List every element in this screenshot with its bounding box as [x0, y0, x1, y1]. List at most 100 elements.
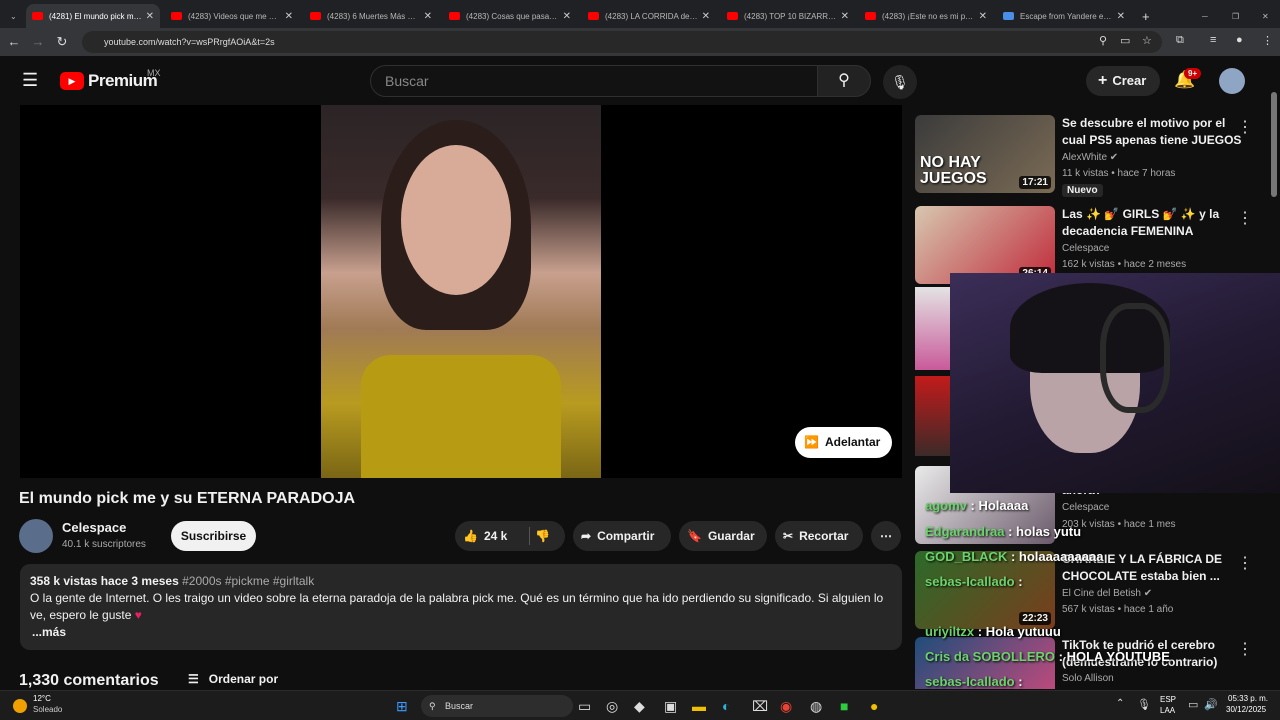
search-input[interactable]: Buscar [370, 65, 818, 97]
app-icon[interactable]: ⌧ [752, 698, 768, 715]
close-icon[interactable]: ✕ [702, 11, 710, 22]
profile-icon[interactable]: ● [1236, 34, 1243, 46]
bookmark-star-icon[interactable]: ☆ [1142, 34, 1152, 47]
more-vertical-icon[interactable]: ⋮ [1237, 553, 1253, 573]
close-icon[interactable]: ✕ [841, 11, 849, 22]
clip-button[interactable]: ✂ Recortar [775, 521, 863, 551]
tab-active[interactable]: (4281) El mundo pick me y su ETERNA PARA… [26, 4, 160, 28]
subscribe-button[interactable]: Suscribirse [171, 521, 256, 551]
channel-avatar[interactable] [19, 519, 53, 553]
more-vertical-icon[interactable]: ⋮ [1237, 639, 1253, 659]
cast-icon[interactable]: ▭ [1120, 34, 1130, 47]
voice-search-button[interactable]: 🎙 [883, 65, 917, 99]
video-title[interactable]: Se descubre el motivo por el cual PS5 ap… [1062, 115, 1242, 149]
more-vertical-icon[interactable]: ⋮ [1237, 208, 1253, 228]
new-tab-button[interactable]: + [1136, 4, 1154, 28]
more-horizontal-icon: ⋯ [880, 529, 892, 543]
extensions-icon[interactable]: ⧉ [1176, 34, 1184, 47]
browser-tab-bar: ⌄ (4281) El mundo pick me y su ETERNA PA… [0, 0, 1280, 28]
close-icon[interactable]: ✕ [424, 11, 432, 22]
chevron-up-icon[interactable]: ⌃ [1116, 698, 1124, 709]
search-button[interactable]: ⚲ [817, 65, 871, 97]
app-icon[interactable]: ■ [840, 698, 848, 714]
store-icon[interactable]: ▣ [664, 698, 677, 715]
url-field[interactable]: youtube.com/watch?v=wsPRrgfAOiA&t=2s [82, 31, 1162, 53]
clock-time[interactable]: 05:33 p. m. [1228, 694, 1268, 703]
video-title[interactable]: Las ✨ 💅 GIRLS 💅 ✨ y la decadencia FEMENI… [1062, 206, 1242, 240]
window-close-button[interactable]: ✕ [1256, 4, 1272, 28]
channel-name[interactable]: AlexWhite ✔ [1062, 152, 1118, 163]
weather-text[interactable]: Soleado [33, 705, 62, 714]
network-icon[interactable]: ▭ [1188, 698, 1198, 711]
weather-temp[interactable]: 12°C [33, 694, 51, 703]
reload-icon[interactable]: ↻ [54, 34, 70, 50]
windows-start-icon[interactable]: ⊞ [396, 698, 408, 715]
copilot-icon[interactable]: ◆ [634, 698, 645, 715]
share-button[interactable]: ➦ Compartir [573, 521, 671, 551]
save-button[interactable]: 🔖 Guardar [679, 521, 767, 551]
app-icon[interactable]: ◎ [606, 698, 618, 715]
create-button[interactable]: + Crear [1086, 66, 1160, 96]
more-actions-button[interactable]: ⋯ [871, 521, 901, 551]
search-icon: ⚲ [838, 72, 850, 89]
chat-text: holaaaaaaaaa [1018, 549, 1104, 564]
video-player[interactable]: ⏩ Adelantar [20, 105, 902, 478]
clock-date[interactable]: 30/12/2025 [1226, 705, 1266, 714]
video-thumbnail[interactable]: NO HAY JUEGOS 17:21 [915, 115, 1055, 193]
microphone-icon[interactable]: 🎙 [1137, 698, 1151, 711]
tab[interactable]: Escape from Yandere en Sim ✕ [997, 4, 1131, 28]
description-box[interactable]: 358 k vistas hace 3 meses #2000s #pickme… [20, 564, 902, 650]
app-icon[interactable]: ◍ [810, 698, 822, 715]
scrollbar[interactable] [1271, 92, 1277, 197]
tab[interactable]: (4283) Cosas que pasan solo ✕ [443, 4, 577, 28]
close-icon[interactable]: ✕ [146, 11, 154, 22]
chat-text: HOLA YOUTUBE [1066, 649, 1170, 664]
menu-icon[interactable]: ⋮ [1262, 34, 1273, 47]
media-icon[interactable]: ≡ [1210, 34, 1216, 46]
tab[interactable]: (4283) Videos que me gustaron ✕ [165, 4, 299, 28]
video-thumbnail[interactable] [915, 376, 950, 456]
language-indicator[interactable]: ESP [1160, 695, 1176, 704]
more-vertical-icon[interactable]: ⋮ [1237, 117, 1253, 137]
zoom-icon[interactable]: ⚲ [1099, 34, 1107, 47]
tab[interactable]: (4283) ¡Este no es mi perro ✕ [859, 4, 993, 28]
close-icon[interactable]: ✕ [1117, 11, 1125, 22]
sort-button[interactable]: ☰ Ordenar por [188, 672, 278, 686]
edge-icon[interactable]: ◐ [722, 698, 730, 714]
like-button[interactable]: 👍 24 k [463, 529, 507, 543]
show-more-link[interactable]: ...más [32, 625, 66, 639]
channel-name[interactable]: El Cine del Betish ✔ [1062, 588, 1152, 599]
taskbar-search[interactable]: ⚲ Buscar [421, 695, 573, 717]
verified-icon: ✔ [1109, 152, 1119, 163]
channel-name[interactable]: Celespace [1062, 502, 1109, 513]
tab[interactable]: (4283) LA CORRIDA del C ✕ [582, 4, 716, 28]
dislike-button[interactable]: 👎 [535, 521, 550, 551]
keyboard-layout[interactable]: LAA [1160, 706, 1175, 715]
tab[interactable]: (4283) TOP 10 BIZARRADAS ✕ [721, 4, 855, 28]
tab-search-button[interactable]: ⌄ [4, 4, 22, 28]
hashtags[interactable]: #2000s #pickme #girltalk [182, 574, 314, 588]
list-item[interactable]: NO HAY JUEGOS 17:21 Se descubre el motiv… [915, 115, 1270, 197]
channel-name[interactable]: Solo Allison [1062, 673, 1114, 684]
minimize-button[interactable]: ─ [1196, 4, 1212, 28]
video-thumbnail[interactable] [915, 287, 950, 370]
forward-icon[interactable]: → [30, 34, 46, 49]
tab[interactable]: (4283) 6 Muertes Más PERTURBADORAS ✕ [304, 4, 438, 28]
chrome-icon[interactable]: ◉ [780, 698, 792, 715]
close-icon[interactable]: ✕ [285, 11, 293, 22]
close-icon[interactable]: ✕ [563, 11, 571, 22]
volume-icon[interactable]: 🔊 [1204, 698, 1218, 711]
channel-name[interactable]: Celespace [62, 520, 126, 535]
file-explorer-icon[interactable]: ▬ [692, 698, 706, 714]
back-icon[interactable]: ← [6, 34, 22, 49]
task-view-icon[interactable]: ▭ [578, 698, 591, 715]
app-icon[interactable]: ● [870, 698, 878, 714]
skip-forward-button[interactable]: ⏩ Adelantar [795, 427, 892, 458]
avatar[interactable] [1219, 68, 1245, 94]
youtube-logo-icon[interactable]: ▶ [60, 72, 84, 90]
close-icon[interactable]: ✕ [979, 11, 987, 22]
maximize-button[interactable]: ❐ [1226, 4, 1242, 28]
tab-title: (4283) LA CORRIDA del C [605, 11, 698, 21]
channel-name[interactable]: Celespace [1062, 243, 1109, 254]
hamburger-menu-icon[interactable]: ☰ [22, 70, 38, 91]
